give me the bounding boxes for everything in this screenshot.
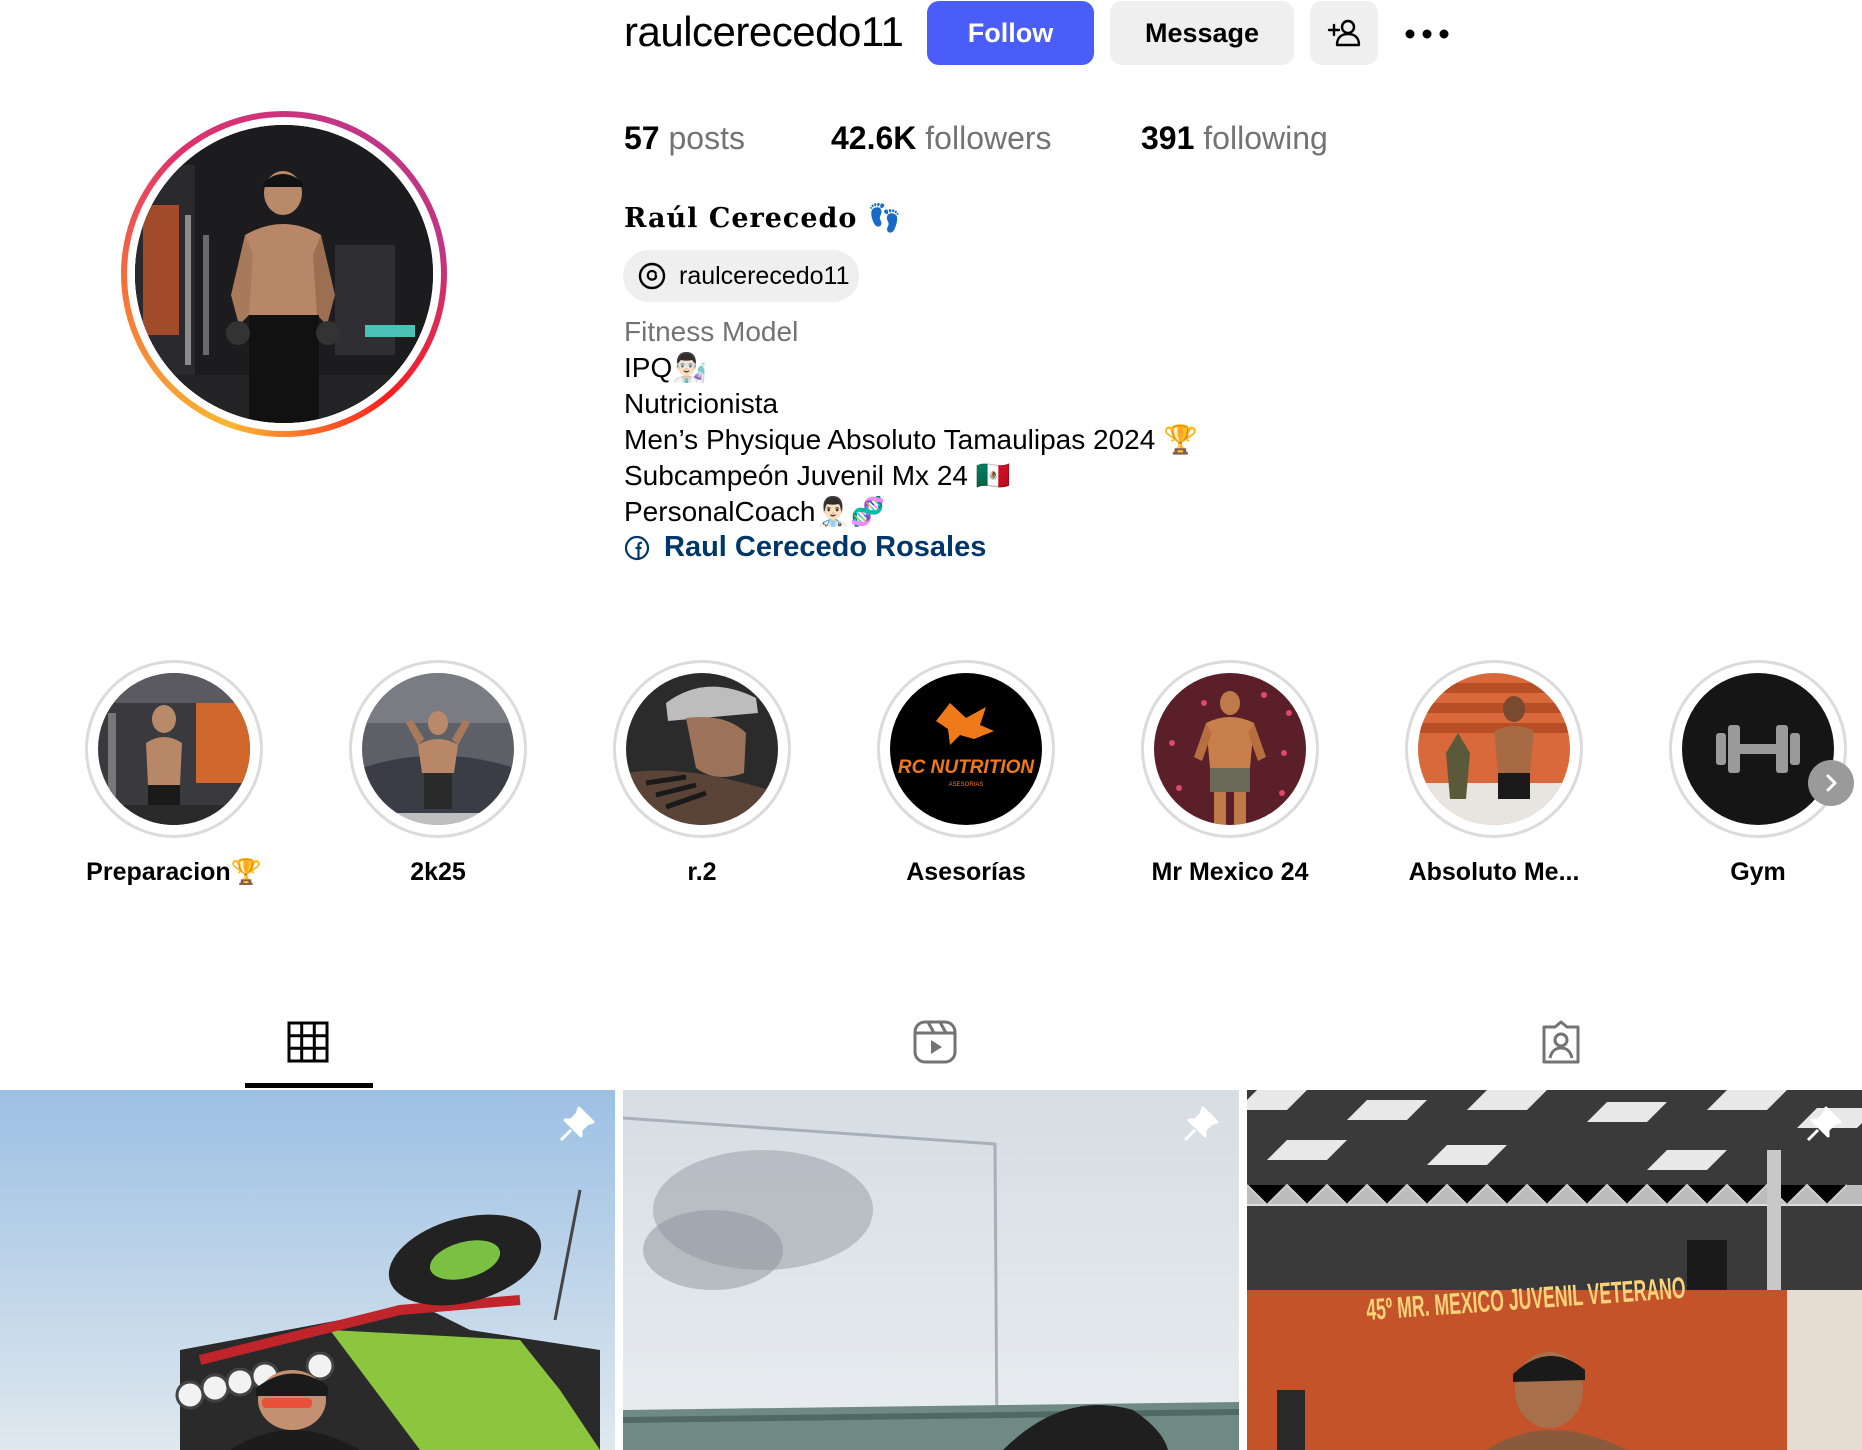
- facebook-link[interactable]: Raul Cerecedo Rosales: [624, 531, 986, 564]
- following-stat[interactable]: 391 following: [1141, 120, 1328, 157]
- profile-full-name: Raúl Cerecedo 👣: [624, 203, 903, 234]
- profile-username: raulcerecedo11: [624, 8, 904, 55]
- profile-avatar[interactable]: [121, 111, 447, 437]
- posts-stat: 57 posts: [624, 120, 745, 156]
- highlight-label: Mr Mexico 24: [1151, 858, 1309, 886]
- highlight-label: Gym: [1730, 858, 1786, 886]
- highlight-cover: [1418, 673, 1570, 825]
- facebook-icon: [624, 535, 650, 560]
- highlight-r2[interactable]: r.2: [612, 660, 792, 887]
- bio-line: Men’s Physique Absoluto Tamaulipas 2024 …: [624, 424, 1198, 455]
- bio-line: Nutricionista: [624, 388, 779, 419]
- highlight-cover: [1154, 673, 1306, 825]
- highlight-asesorias[interactable]: RC NUTRITION ASESORIAS Asesorías: [876, 660, 1056, 887]
- post-image: 45º MR. MEXICO JUVENIL VETERANO: [1247, 1090, 1862, 1450]
- highlight-cover: [362, 673, 514, 825]
- bio-line: IPQ👨🏻‍🔬: [624, 352, 708, 383]
- pinned-icon: [1183, 1106, 1219, 1142]
- highlights-next-button[interactable]: [1808, 760, 1854, 806]
- avatar-photo: [135, 125, 433, 423]
- profile-bio: Fitness Model IPQ👨🏻‍🔬 Nutricionista Men’…: [624, 314, 1198, 530]
- post-image: [623, 1090, 1239, 1450]
- highlight-preparacion[interactable]: Preparacion🏆: [84, 660, 264, 887]
- post-tile[interactable]: 45º MR. MEXICO JUVENIL VETERANO: [1247, 1090, 1862, 1450]
- post-image: [0, 1090, 615, 1450]
- pinned-icon: [1806, 1106, 1842, 1142]
- tab-posts[interactable]: [278, 1012, 338, 1072]
- profile-category: Fitness Model: [624, 316, 799, 347]
- highlight-2k25[interactable]: 2k25: [348, 660, 528, 887]
- highlight-label: 2k25: [410, 858, 466, 886]
- threads-icon: [638, 262, 666, 290]
- bio-line: Subcampeón Juvenil Mx 24 🇲🇽: [624, 460, 1011, 491]
- grid-icon: [287, 1021, 329, 1063]
- suggest-users-button[interactable]: [1310, 1, 1378, 65]
- highlight-absoluto[interactable]: Absoluto Me...: [1404, 660, 1584, 887]
- chevron-right-icon: [1826, 774, 1837, 792]
- highlight-cover: [1682, 673, 1834, 825]
- reels-icon: [913, 1020, 957, 1064]
- asesorias-logo-text: RC NUTRITION: [898, 757, 1035, 778]
- message-button[interactable]: Message: [1110, 1, 1294, 65]
- post-tile[interactable]: [0, 1090, 615, 1450]
- asesorias-logo-subtext: ASESORIAS: [949, 782, 984, 788]
- facebook-link-text: Raul Cerecedo Rosales: [664, 531, 987, 563]
- active-tab-indicator: [245, 1083, 373, 1088]
- followers-stat[interactable]: 42.6K followers: [831, 120, 1052, 157]
- highlight-label: Asesorías: [906, 858, 1026, 886]
- post-tile[interactable]: [623, 1090, 1239, 1450]
- tab-tagged[interactable]: [1531, 1012, 1591, 1072]
- highlight-label: r.2: [687, 858, 717, 886]
- highlight-cover: [98, 673, 250, 825]
- highlight-cover: [626, 673, 778, 825]
- more-dots-icon: [1405, 29, 1449, 39]
- follow-button[interactable]: Follow: [927, 1, 1094, 65]
- highlight-mr-mexico-24[interactable]: Mr Mexico 24: [1140, 660, 1320, 887]
- tagged-icon: [1542, 1020, 1580, 1064]
- pinned-icon: [559, 1106, 595, 1142]
- highlight-label: Absoluto Me...: [1408, 858, 1580, 886]
- threads-handle: raulcerecedo11: [679, 261, 850, 290]
- add-person-icon: [1327, 19, 1361, 47]
- threads-badge[interactable]: raulcerecedo11: [623, 250, 859, 302]
- more-options-button[interactable]: [1402, 14, 1452, 54]
- tab-reels[interactable]: [905, 1012, 965, 1072]
- bio-line: PersonalCoach👨🏻‍⚕️🧬: [624, 496, 886, 527]
- highlight-label: Preparacion🏆: [86, 858, 262, 886]
- highlight-cover: RC NUTRITION ASESORIAS: [890, 673, 1042, 825]
